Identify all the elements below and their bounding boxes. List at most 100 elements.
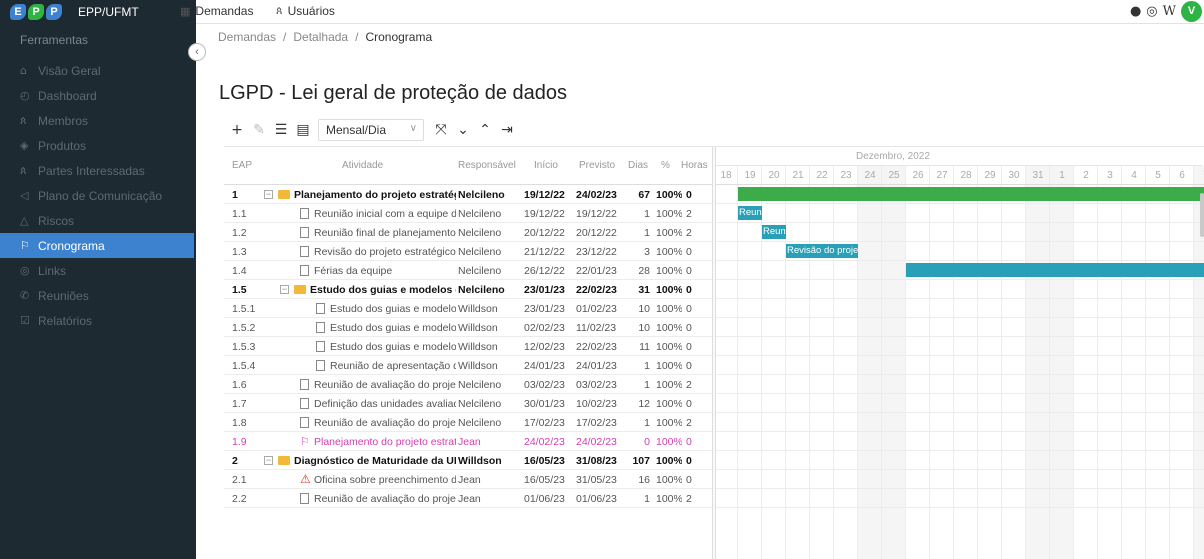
table-row[interactable]: 1.5.1 Estudo dos guias e modelos deWillds… <box>224 299 712 318</box>
cell-eap: 1.1 <box>232 208 247 220</box>
header-responsavel[interactable]: Responsável <box>458 160 516 171</box>
table-row[interactable]: 1.7 Definição das unidades avaliadas Nelci… <box>224 394 712 413</box>
user-avatar[interactable]: V <box>1181 1 1202 22</box>
folder-icon <box>278 456 290 465</box>
header-horas[interactable]: Horas <box>681 160 708 171</box>
table-row[interactable]: 1.1 Reunião inicial com a equipe do prNel… <box>224 204 712 223</box>
sidebar-item-membros[interactable]: ጰ Membros <box>0 108 196 133</box>
sidebar-item-dashboard[interactable]: ◴ Dashboard <box>0 83 196 108</box>
add-task-button[interactable]: + <box>226 119 248 141</box>
cell-atividade[interactable]: Definição das unidades avaliadas <box>314 398 456 410</box>
table-row[interactable]: 1.5.4 Reunião de apresentação do prWillds… <box>224 356 712 375</box>
header-dias[interactable]: Dias <box>628 160 648 171</box>
collapse-toggle[interactable]: − <box>264 456 273 465</box>
task-bar[interactable] <box>906 263 1204 277</box>
table-row[interactable]: 1.8 Reunião de avaliação do projeto Nelcil… <box>224 413 712 432</box>
cell-atividade[interactable]: Estudo dos guias e modelos de <box>310 284 456 296</box>
cell-dias: 1 <box>644 417 650 429</box>
logo-letter-e: E <box>10 4 26 20</box>
sidebar-item-links[interactable]: ◎ Links <box>0 258 196 283</box>
sidebar-item-partes-interessadas[interactable]: ጰ Partes Interessadas <box>0 158 196 183</box>
vertical-scrollbar[interactable] <box>1200 193 1204 237</box>
edit-task-button[interactable]: ✎ <box>248 119 270 141</box>
collapse-all-button[interactable]: ⤧ <box>430 119 452 141</box>
header-previsto[interactable]: Previsto <box>579 160 615 171</box>
nav-demandas[interactable]: ▦ Demandas <box>180 4 253 18</box>
expand-down-button[interactable]: ⌄ <box>452 119 474 141</box>
list-view-button[interactable]: ☰ <box>270 119 292 141</box>
cell-atividade[interactable]: Estudo dos guias e modelos de <box>330 303 456 315</box>
sidebar-item-plano-comunicacao[interactable]: ◁ Plano de Comunicação <box>0 183 196 208</box>
table-row[interactable]: 1.9 ⚐ Planejamento do projeto estratégicJe… <box>224 432 712 451</box>
cell-atividade[interactable]: Planejamento do projeto estratégi <box>294 189 456 201</box>
collapse-toggle[interactable]: − <box>264 190 273 199</box>
timeline-day-label: 19 <box>738 166 762 185</box>
cell-previsto: 23/12/22 <box>576 246 617 258</box>
cell-inicio: 16/05/23 <box>524 474 565 486</box>
timeline-day-label: 2 <box>1074 166 1098 185</box>
timeline-day-column <box>1050 166 1074 559</box>
expand-up-button[interactable]: ⌃ <box>474 119 496 141</box>
cube-icon: ◈ <box>20 139 29 152</box>
sidebar-item-riscos[interactable]: △ Riscos <box>0 208 196 233</box>
table-row[interactable]: 1.2 Reunião final de planejamento do pNel… <box>224 223 712 242</box>
sidebar-item-visao-geral[interactable]: ⌂ Visão Geral <box>0 58 196 83</box>
header-atividade[interactable]: Atividade <box>342 160 383 171</box>
cell-atividade[interactable]: Reunião final de planejamento do p <box>314 227 456 239</box>
scale-select[interactable]: Mensal/Dia ∨ <box>318 119 424 141</box>
sidebar-item-reunioes[interactable]: ✆ Reuniões <box>0 283 196 308</box>
cell-atividade[interactable]: Reunião de avaliação do projeto <box>314 417 456 429</box>
cell-dias: 10 <box>638 303 650 315</box>
table-row[interactable]: 2.1 ⚠Oficina sobre preenchimento do foJea… <box>224 470 712 489</box>
cell-atividade[interactable]: Férias da equipe <box>314 265 456 277</box>
cell-previsto: 24/02/23 <box>576 436 617 448</box>
cell-atividade[interactable]: Reunião de apresentação do pr <box>330 360 456 372</box>
table-row[interactable]: 1.4 Férias da equipe Nelcileno 26/12/22 22/0… <box>224 261 712 280</box>
cell-atividade[interactable]: Planejamento do projeto estratégic <box>314 436 456 448</box>
sidebar-collapse-button[interactable]: ‹ <box>188 43 206 61</box>
nav-usuarios[interactable]: ጰ Usuários <box>276 4 335 18</box>
header-pct[interactable]: % <box>661 160 670 171</box>
cell-atividade[interactable]: Estudo dos guias e modelos do <box>330 341 456 353</box>
cell-horas: 0 <box>686 341 692 353</box>
cell-atividade[interactable]: Estudo dos guias e modelos do <box>330 322 456 334</box>
export-button[interactable]: ⇥ <box>496 119 518 141</box>
task-bar[interactable]: Revisão do projet <box>786 244 858 258</box>
header-eap[interactable]: EAP <box>232 160 252 171</box>
breadcrumb-detalhada[interactable]: Detalhada <box>293 30 348 44</box>
brand[interactable]: E P P EPP/UFMT <box>0 0 196 24</box>
sidebar-item-produtos[interactable]: ◈ Produtos <box>0 133 196 158</box>
table-row[interactable]: 1.5.2 Estudo dos guias e modelos doWillds… <box>224 318 712 337</box>
cell-atividade[interactable]: Diagnóstico de Maturidade da UFI <box>294 455 456 467</box>
details-button[interactable]: ▤ <box>292 119 314 141</box>
breadcrumb-demandas[interactable]: Demandas <box>218 30 276 44</box>
globe-icon[interactable]: ● <box>1130 4 1141 19</box>
cell-inicio: 24/01/23 <box>524 360 565 372</box>
sidebar-item-cronograma[interactable]: ⚐ Cronograma <box>0 233 194 258</box>
collapse-toggle[interactable]: − <box>280 285 289 294</box>
sidebar-item-label: Produtos <box>38 138 87 153</box>
table-row[interactable]: 1.6 Reunião de avaliação do projeto Nelcil… <box>224 375 712 394</box>
cell-atividade[interactable]: Revisão do projeto estratégico <box>314 246 456 258</box>
task-bar[interactable] <box>738 187 1204 201</box>
task-bar[interactable]: Reun <box>738 206 762 220</box>
instagram-icon[interactable]: ◎ <box>1146 4 1157 19</box>
table-row[interactable]: 1− Planejamento do projeto estratégi Nelci… <box>224 185 712 204</box>
cell-atividade[interactable]: Reunião de avaliação do projeto <box>314 493 456 505</box>
table-row[interactable]: 1.5 − Estudo dos guias e modelos de Nelcile… <box>224 280 712 299</box>
cell-atividade[interactable]: Oficina sobre preenchimento do fo <box>314 474 456 486</box>
cell-atividade[interactable]: Reunião de avaliação do projeto <box>314 379 456 391</box>
table-row[interactable]: 1.3 Revisão do projeto estratégico Nelcile… <box>224 242 712 261</box>
cell-responsavel: Nelcileno <box>458 208 502 220</box>
table-row[interactable]: 1.5.3 Estudo dos guias e modelos doWillds… <box>224 337 712 356</box>
task-bar[interactable]: Reun <box>762 225 786 239</box>
sidebar-item-relatorios[interactable]: ☑ Relatórios <box>0 308 196 333</box>
table-row[interactable]: 2.2 Reunião de avaliação do projeto Jean 01… <box>224 489 712 508</box>
sidebar-item-label: Partes Interessadas <box>38 163 145 178</box>
wikipedia-icon[interactable]: W <box>1163 4 1176 19</box>
header-inicio[interactable]: Início <box>534 160 558 171</box>
sidebar-item-label: Visão Geral <box>38 63 101 78</box>
table-row[interactable]: 2− Diagnóstico de Maturidade da UFI Willds… <box>224 451 712 470</box>
cell-atividade[interactable]: Reunião inicial com a equipe do pr <box>314 208 456 220</box>
users-icon: ጰ <box>20 163 27 177</box>
